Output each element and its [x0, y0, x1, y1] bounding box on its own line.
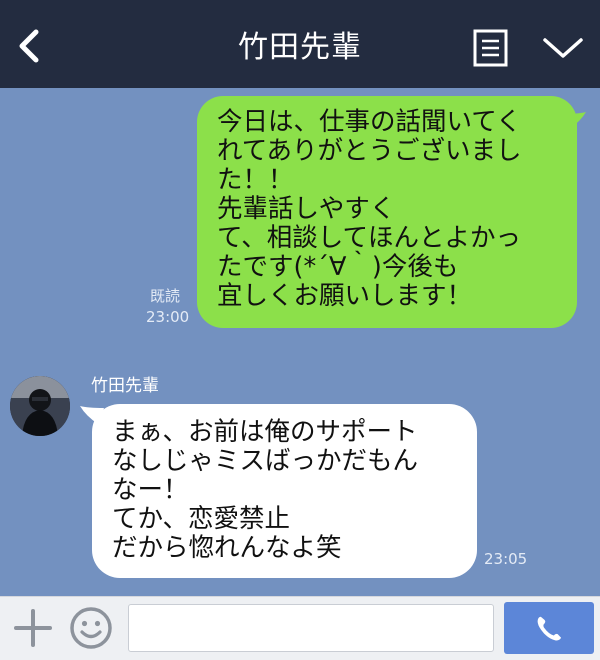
note-button[interactable] [472, 28, 510, 68]
note-icon [473, 29, 508, 67]
call-button[interactable] [504, 602, 594, 654]
emoji-button[interactable] [68, 605, 114, 651]
outgoing-timestamp: 23:00 [146, 308, 190, 326]
chat-header: 竹田先輩 [0, 0, 600, 88]
read-receipt: 既読 [150, 287, 181, 305]
outgoing-message-bubble[interactable]: 今日は、仕事の話聞いてく れてありがとうございまし た！！ 先輩話しやすく て、… [197, 96, 577, 328]
incoming-timestamp: 23:05 [484, 550, 528, 568]
incoming-message-bubble[interactable]: まぁ、お前は俺のサポート なしじゃミスばっかだもん なー！ てか、恋愛禁止 だか… [92, 404, 477, 578]
expand-button[interactable] [540, 32, 586, 64]
chat-area[interactable]: 今日は、仕事の話聞いてく れてありがとうございまし た！！ 先輩話しやすく て、… [0, 88, 600, 596]
message-input[interactable] [128, 604, 494, 652]
profile-photo [10, 376, 70, 436]
sender-avatar[interactable] [10, 376, 70, 436]
sender-name: 竹田先輩 [91, 376, 159, 396]
smiley-icon [70, 607, 112, 649]
add-button[interactable] [12, 607, 54, 649]
message-input-bar [0, 596, 600, 660]
plus-icon [14, 609, 52, 647]
chat-title: 竹田先輩 [238, 30, 362, 65]
phone-icon [537, 616, 562, 641]
chevron-down-icon [543, 38, 583, 58]
